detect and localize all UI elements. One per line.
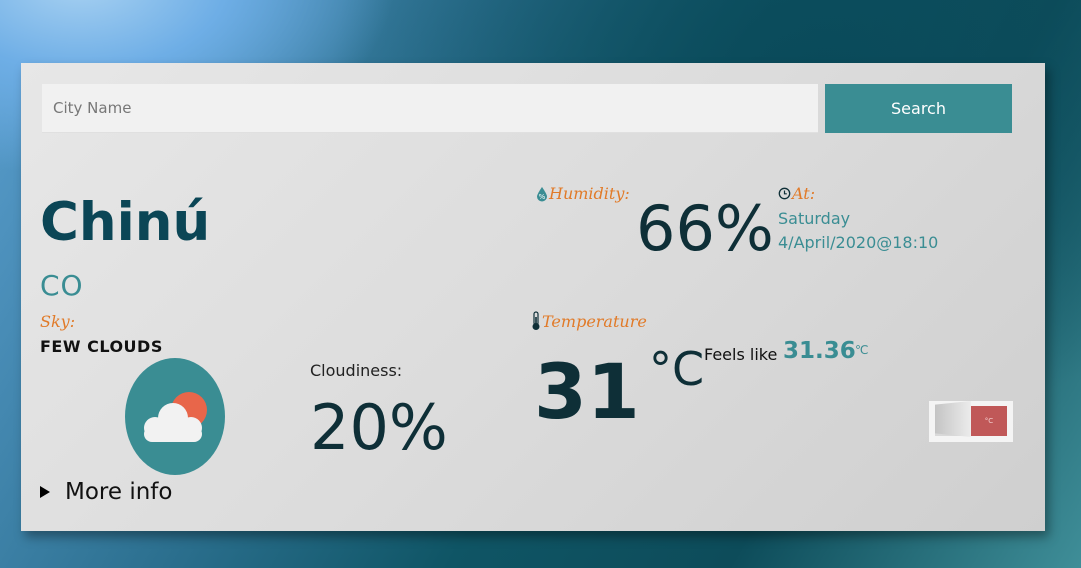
time-label: At: <box>792 184 816 203</box>
weather-card: Search Chinú CO Sky: FEW CLOUDS Cloudine… <box>21 63 1045 531</box>
svg-text:%: % <box>539 193 546 201</box>
humidity-drop-icon: % <box>537 186 547 201</box>
feels-like-label: Feels like <box>704 345 778 364</box>
cloudiness-label: Cloudiness: <box>310 361 403 380</box>
toggle-flap <box>935 401 971 437</box>
temperature-heading: Temperature <box>531 311 647 331</box>
clock-icon <box>778 187 791 200</box>
time-heading: At: <box>778 184 815 203</box>
temperature-value: 31 <box>534 347 640 436</box>
sky-label: Sky: <box>40 312 76 331</box>
more-info-toggle[interactable]: More info <box>40 479 172 505</box>
unit-toggle[interactable]: °F °C <box>929 401 1013 442</box>
cloud-sun-icon <box>125 358 225 475</box>
city-name: Chinú <box>40 192 211 253</box>
toggle-celsius[interactable]: °C <box>971 406 1007 436</box>
time-datetime: 4/April/2020@18:10 <box>778 233 939 252</box>
temperature-label: Temperature <box>542 311 647 331</box>
temperature-unit: °C <box>649 342 705 396</box>
humidity-label: Humidity: <box>549 184 630 203</box>
humidity-heading: % Humidity: <box>536 184 630 203</box>
sky-description: FEW CLOUDS <box>40 337 163 356</box>
disclosure-triangle-icon <box>40 486 50 498</box>
humidity-value: 66% <box>636 192 774 265</box>
search-button[interactable]: Search <box>825 84 1012 133</box>
city-search-input[interactable] <box>42 84 818 133</box>
time-day: Saturday <box>778 209 851 228</box>
feels-like-value: 31.36 <box>783 338 856 364</box>
country-code: CO <box>40 269 84 302</box>
cloudiness-value: 20% <box>310 391 448 464</box>
thermometer-icon <box>532 311 540 330</box>
feels-like-unit: ℃ <box>855 343 869 357</box>
more-info-label: More info <box>65 479 173 505</box>
